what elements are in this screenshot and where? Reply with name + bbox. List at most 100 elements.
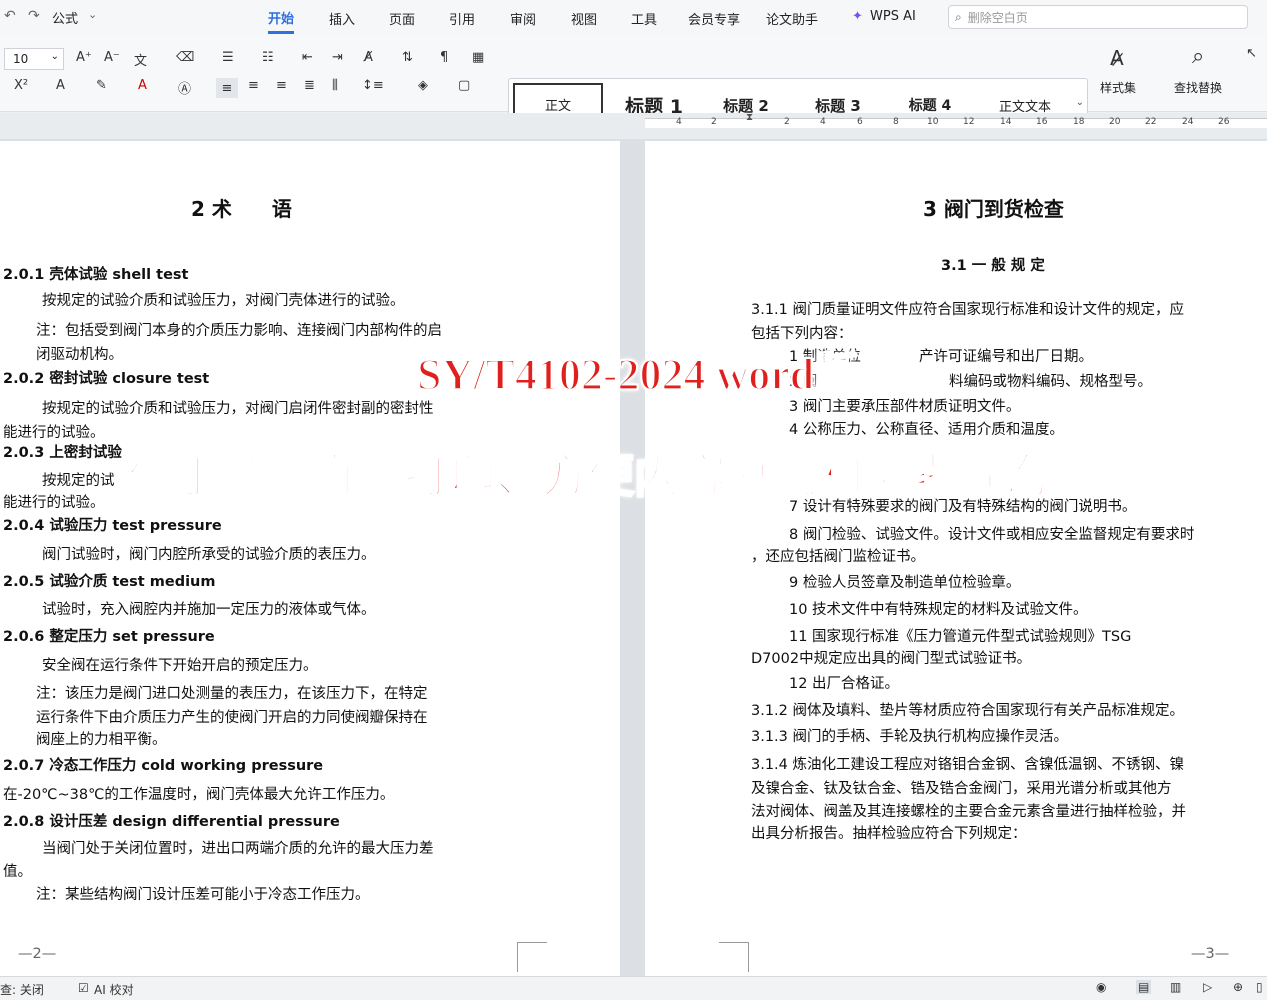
- chevron-down-icon[interactable]: ⌄: [88, 8, 97, 21]
- paragraph-line: 在-20℃~38℃的工作温度时，阀门壳体最大允许工作压力。: [3, 787, 395, 803]
- text-direction-icon[interactable]: A̸: [364, 50, 373, 65]
- ruler-tick: 2: [711, 117, 717, 127]
- border-icon[interactable]: ▢: [458, 78, 470, 93]
- page-left[interactable]: 2 术 语 2.0.1 壳体试验 shell test 按规定的试验介质和试验压…: [0, 141, 620, 976]
- globe-icon[interactable]: ⊕: [1233, 980, 1243, 994]
- paragraph-line: 3.1.2 阀体及填料、垫片等材质应符合国家现行有关产品标准规定。: [751, 703, 1185, 719]
- bullet-list-icon[interactable]: ☰: [222, 50, 234, 65]
- paragraph-line: 按规定的试: [42, 473, 115, 489]
- tab-reference[interactable]: 引用: [449, 9, 475, 28]
- chapter-heading: 3 阀门到货检查: [923, 197, 1064, 221]
- find-icon[interactable]: ⌕: [1192, 44, 1204, 69]
- list-item: 料编码或物料编码、规格型号。: [949, 374, 1152, 390]
- list-item: 4 公称压力、公称直径、适用介质和温度。: [789, 422, 1064, 438]
- increase-indent-icon[interactable]: ⇥: [332, 50, 343, 65]
- tab-page[interactable]: 页面: [389, 9, 415, 28]
- search-placeholder: 删除空白页: [967, 10, 1028, 25]
- char-border-icon[interactable]: Ⓐ: [178, 78, 191, 97]
- tab-paper-assistant[interactable]: 论文助手: [766, 9, 818, 28]
- term-title: 2.0.4 试验压力 test pressure: [3, 518, 222, 534]
- eye-icon[interactable]: ◉: [1096, 980, 1106, 994]
- page-right[interactable]: 3 阀门到货检查 3.1 一 般 规 定 3.1.1 阀门质量证明文件应符合国家…: [645, 141, 1267, 976]
- ai-proofread-icon: ☑: [78, 981, 89, 995]
- paragraph-line: 出具分析报告。抽样检验应符合下列规定：: [751, 826, 1027, 842]
- superscript-icon[interactable]: X²: [14, 78, 28, 93]
- top-menu-bar: ↶ ↷ 公式 ⌄ 开始 插入 页面 引用 审阅 视图 工具 会员专享 论文助手 …: [0, 0, 1267, 34]
- ruler-tick: 16: [1036, 117, 1048, 127]
- phonetic-icon[interactable]: 文: [134, 50, 147, 69]
- tab-tools[interactable]: 工具: [631, 9, 657, 28]
- formula-button[interactable]: 公式: [52, 8, 78, 27]
- tab-wps-ai[interactable]: WPS AI: [870, 9, 916, 24]
- distributed-icon[interactable]: ⫼: [332, 78, 338, 93]
- outline-view-icon[interactable]: ▥: [1170, 980, 1181, 994]
- term-title: 2.0.6 整定压力 set pressure: [3, 629, 215, 645]
- chevron-down-icon: ⌄: [50, 51, 59, 62]
- align-right-icon[interactable]: ≡: [276, 78, 287, 93]
- ai-proofread-button[interactable]: AI 校对: [94, 981, 134, 998]
- list-item: 10 技术文件中有特殊规定的材料及试验文件。: [789, 602, 1088, 618]
- page-view-icon[interactable]: ▤: [1136, 980, 1152, 994]
- paragraph-marks-icon[interactable]: ¶: [440, 50, 448, 65]
- section-heading: 2 术 语: [191, 197, 292, 221]
- shading-icon[interactable]: ◈: [418, 78, 428, 93]
- ruler-tick: 24: [1182, 117, 1194, 127]
- gallery-more-icon[interactable]: ⌄: [1076, 97, 1084, 108]
- tab-insert[interactable]: 插入: [329, 9, 355, 28]
- margin-corner-mark: [517, 942, 547, 972]
- status-bar: 查: 关闭 ☑ AI 校对 ◉ ▤ ▥ ▷ ⊕ ▯: [0, 976, 1267, 1000]
- tab-member[interactable]: 会员专享: [688, 9, 740, 28]
- align-left-icon[interactable]: ≡: [216, 78, 238, 98]
- paragraph-line: 值。: [3, 864, 32, 880]
- list-item: D7002中规定应出具的阀门型式试验证书。: [751, 651, 1032, 667]
- line-spacing-icon[interactable]: ↕≡: [362, 78, 384, 93]
- paragraph-line: 能进行的试验。: [3, 425, 105, 441]
- find-replace-button[interactable]: 查找替换: [1174, 79, 1222, 96]
- grow-font-icon[interactable]: A⁺: [76, 50, 92, 65]
- select-icon[interactable]: ↖: [1246, 46, 1257, 61]
- tab-review[interactable]: 审阅: [510, 9, 536, 28]
- shrink-font-icon[interactable]: A⁻: [104, 50, 120, 65]
- search-icon: ⌕: [955, 9, 962, 24]
- paragraph-line: 3.1.3 阀门的手柄、手轮及执行机构应操作灵活。: [751, 729, 1069, 745]
- layout-icon[interactable]: ▯: [1256, 980, 1263, 994]
- list-item: 产许可证编号和出厂日期。: [919, 349, 1093, 365]
- justify-icon[interactable]: ≣: [304, 78, 315, 93]
- style-set-icon[interactable]: A̷: [1110, 46, 1124, 70]
- text-effect-icon[interactable]: A: [56, 78, 65, 93]
- indent-marker-icon[interactable]: ⧗: [746, 112, 753, 123]
- note-line: 闭驱动机构。: [36, 347, 123, 363]
- term-title: 2.0.7 冷态工作压力 cold working pressure: [3, 758, 324, 774]
- font-color-icon[interactable]: A: [138, 78, 147, 93]
- note-line: 注：某些结构阀门设计压差可能小于冷态工作压力。: [36, 887, 370, 903]
- ruler-tick: 26: [1218, 117, 1230, 127]
- table-icon[interactable]: ▦: [472, 50, 484, 65]
- decrease-indent-icon[interactable]: ⇤: [302, 50, 313, 65]
- page-number: —3—: [1191, 946, 1230, 962]
- style-set-button[interactable]: 样式集: [1100, 79, 1136, 96]
- margin-corner-mark: [719, 942, 749, 972]
- promo-overlay-line-2: 便于编辑直接打印、方便内容复制和搜索查询: [127, 450, 1049, 503]
- undo-icon[interactable]: ↶: [4, 8, 16, 24]
- term-title: 2.0.1 壳体试验 shell test: [3, 267, 189, 283]
- ruler-tick: 20: [1109, 117, 1121, 127]
- note-line: 注：该压力是阀门进口处测量的表压力，在该压力下，在特定: [36, 686, 428, 702]
- sort-icon[interactable]: ⇅: [402, 50, 413, 65]
- redo-icon[interactable]: ↷: [28, 8, 40, 24]
- clear-format-icon[interactable]: ⌫: [176, 50, 194, 65]
- tab-view[interactable]: 视图: [571, 9, 597, 28]
- note-line: 阀座上的力相平衡。: [36, 732, 167, 748]
- align-center-icon[interactable]: ≡: [248, 78, 259, 93]
- paragraph-line: 及镍合金、钛及钛合金、锆及锆合金阀门，采用光谱分析或其他方: [751, 781, 1172, 797]
- ruler-tick: 4: [820, 117, 826, 127]
- highlight-icon[interactable]: ✎: [96, 78, 107, 93]
- play-icon[interactable]: ▷: [1203, 980, 1212, 994]
- tab-home[interactable]: 开始: [268, 8, 295, 34]
- status-check-toggle[interactable]: 查: 关闭: [0, 981, 44, 998]
- number-list-icon[interactable]: ☷: [262, 50, 274, 65]
- list-item: 9 检验人员签章及制造单位检验章。: [789, 575, 1021, 591]
- note-line: 注：包括受到阀门本身的介质压力影响、连接阀门内部构件的启: [36, 323, 442, 339]
- font-size-select[interactable]: 10 ⌄: [4, 48, 64, 70]
- ruler-track[interactable]: [645, 118, 1267, 128]
- search-input[interactable]: ⌕ 删除空白页: [948, 5, 1248, 29]
